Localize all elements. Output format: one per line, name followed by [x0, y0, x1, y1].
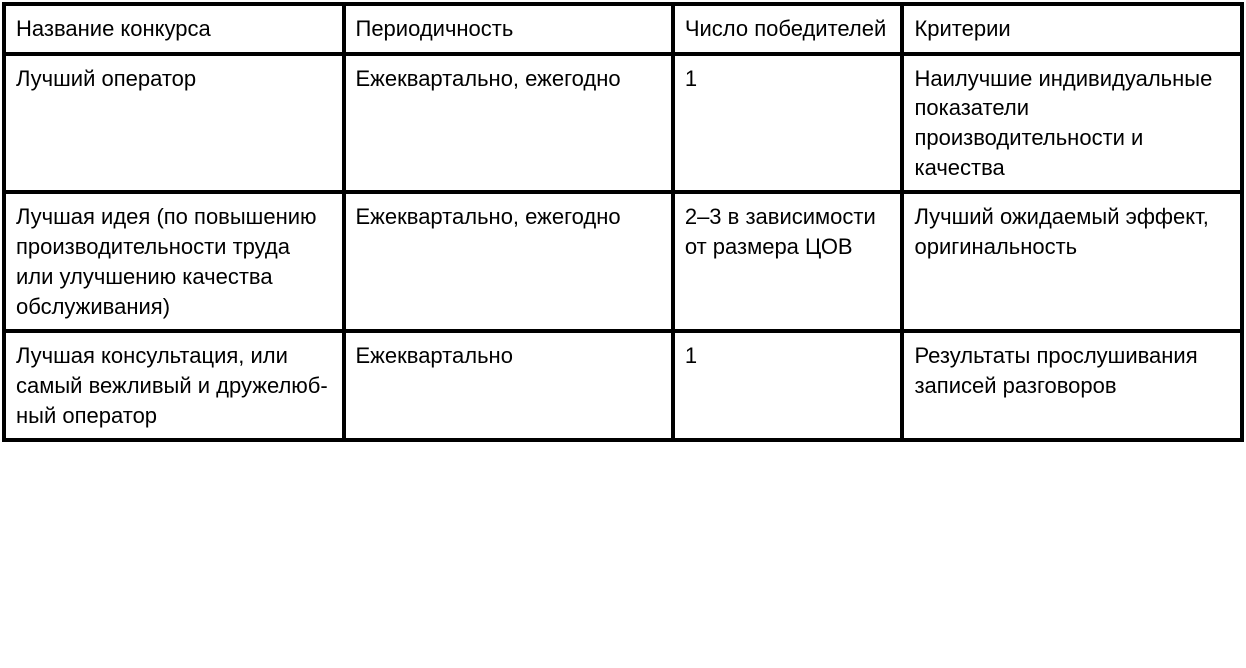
cell-criteria: Результаты прослу­шивания записей разгов… [902, 331, 1242, 440]
cell-winners: 1 [673, 54, 903, 193]
header-winners: Число победителей [673, 4, 903, 54]
cell-winners: 2–3 в зависи­мости от раз­мера ЦОВ [673, 192, 903, 331]
table-row: Лучшая идея (по повышению производительн… [4, 192, 1242, 331]
header-name: Название конкурса [4, 4, 344, 54]
table-header-row: Название конкурса Периодичность Число по… [4, 4, 1242, 54]
header-criteria: Критерии [902, 4, 1242, 54]
cell-name: Лучшая консульта­ция, или самый веж­ливы… [4, 331, 344, 440]
cell-name: Лучший оператор [4, 54, 344, 193]
cell-periodicity: Ежеквартально, еже­годно [344, 192, 673, 331]
cell-criteria: Наилучшие индиви­дуальные показатели про… [902, 54, 1242, 193]
cell-winners: 1 [673, 331, 903, 440]
cell-periodicity: Ежеквартально, еже­годно [344, 54, 673, 193]
cell-criteria: Лучший ожидаемый эффект, оригиналь­ность [902, 192, 1242, 331]
table-row: Лучший оператор Ежеквартально, еже­годно… [4, 54, 1242, 193]
header-periodicity: Периодичность [344, 4, 673, 54]
contests-table: Название конкурса Периодичность Число по… [2, 2, 1244, 442]
table-row: Лучшая консульта­ция, или самый веж­ливы… [4, 331, 1242, 440]
cell-name: Лучшая идея (по повышению производительн… [4, 192, 344, 331]
cell-periodicity: Ежеквартально [344, 331, 673, 440]
